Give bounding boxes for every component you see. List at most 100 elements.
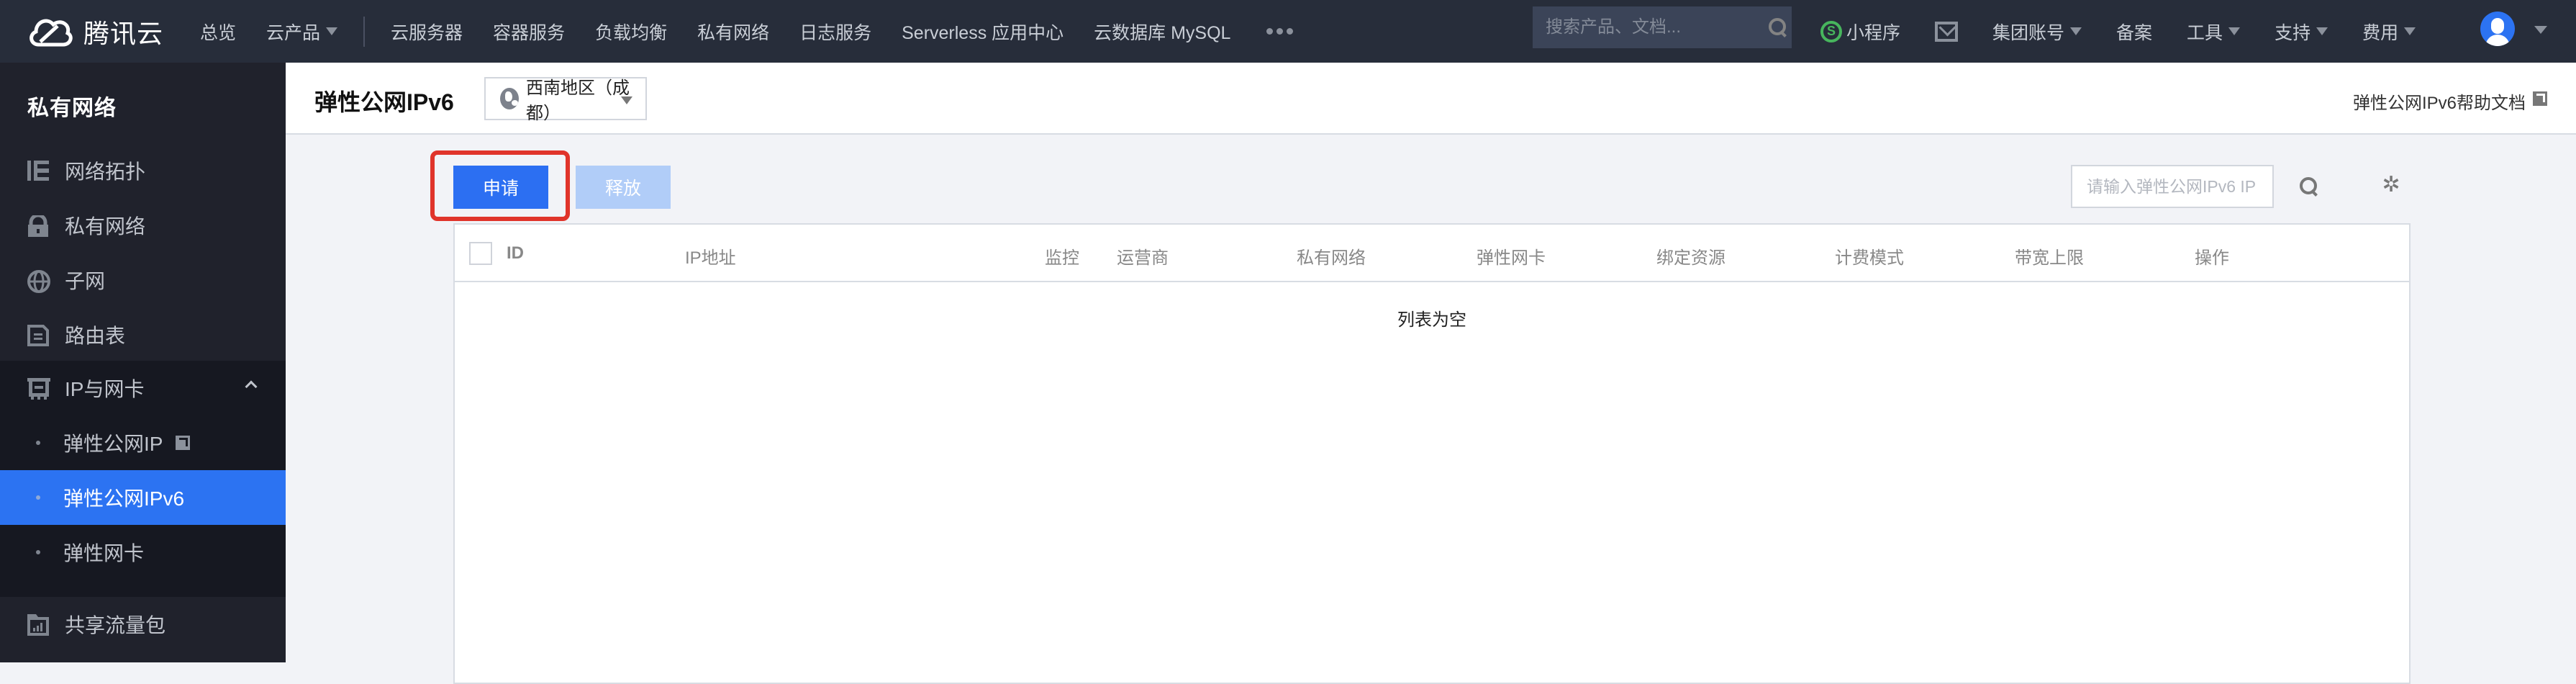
empty-state-text: 列表为空 xyxy=(1397,310,1466,330)
nav-label: Serverless 应用中心 xyxy=(902,22,1064,43)
sidebar-item-label: 弹性网卡 xyxy=(63,542,145,564)
table-header: ID IP地址 监控 运营商 私有网络 弹性网卡 绑定资源 计费模式 带宽上限 … xyxy=(455,225,2409,282)
nav-tools[interactable]: 工具 xyxy=(2187,19,2241,45)
column-header-billing-mode: 计费模式 xyxy=(1835,248,1904,268)
sidebar-group-label: IP与网卡 xyxy=(65,378,145,400)
page-title: 弹性公网IPv6 xyxy=(314,89,454,115)
nav-divider xyxy=(363,16,366,47)
release-button: 释放 xyxy=(576,166,671,209)
nav-label: 云数据库 MySQL xyxy=(1094,22,1231,43)
nav-mini-program[interactable]: S 小程序 xyxy=(1820,19,1900,45)
caret-down-icon xyxy=(326,27,338,35)
nav-label: 备案 xyxy=(2116,22,2153,43)
sidebar-item-topology[interactable]: 网络拓扑 xyxy=(0,143,286,198)
column-header-ip-address: IP地址 xyxy=(685,248,736,268)
mini-program-icon: S xyxy=(1820,20,1842,42)
sidebar-item-label: 弹性公网IPv6 xyxy=(63,487,185,510)
sidebar-item-subnet[interactable]: 子网 xyxy=(0,253,286,307)
external-link-icon[interactable] xyxy=(2533,91,2547,106)
nav-label: 支持 xyxy=(2275,22,2311,43)
caret-down-icon xyxy=(2316,27,2328,35)
lock-icon xyxy=(27,215,49,237)
column-header-monitor: 监控 xyxy=(1045,248,1079,268)
nav-serverless[interactable]: Serverless 应用中心 xyxy=(902,19,1063,45)
caret-down-icon xyxy=(2228,27,2241,35)
nav-label: 日志服务 xyxy=(799,22,872,43)
global-search-input[interactable] xyxy=(1546,17,1769,37)
sidebar-item-label: 路由表 xyxy=(65,325,126,347)
column-header-actions: 操作 xyxy=(2195,248,2229,268)
sidebar-item-label: 弹性公网IP xyxy=(63,433,163,455)
nav-products-dropdown[interactable]: 云产品 xyxy=(266,19,338,45)
nav-cvm[interactable]: 云服务器 xyxy=(391,19,463,45)
sidebar-group-header[interactable]: IP与网卡 xyxy=(0,361,286,415)
traffic-package-icon xyxy=(27,614,49,636)
nav-label: 集团账号 xyxy=(1992,22,2065,43)
settings-gear-icon[interactable]: ✲ xyxy=(2382,174,2400,196)
nav-label: 费用 xyxy=(2362,22,2399,43)
right-navigation: S 小程序 集团账号 备案 工具 支持 费用 xyxy=(1820,0,2450,63)
caret-down-icon xyxy=(2404,27,2416,35)
sidebar-item-vpc[interactable]: 私有网络 xyxy=(0,198,286,253)
nav-mysql[interactable]: 云数据库 MySQL xyxy=(1094,19,1230,45)
tencent-cloud-logo[interactable]: 腾讯云 xyxy=(26,13,170,50)
nav-group-account[interactable]: 集团账号 xyxy=(1992,19,2082,45)
column-header-bandwidth-limit: 带宽上限 xyxy=(2015,248,2084,268)
column-header-bound-resource: 绑定资源 xyxy=(1656,248,1725,268)
sidebar-group-ip-nic: IP与网卡 弹性公网IP 弹性公网IPv6 弹性网卡 xyxy=(0,361,286,597)
ipv6-search xyxy=(2071,165,2317,208)
top-navigation-bar: 腾讯云 总览 云产品 云服务器 容器服务 负载均衡 私有网络 日志服务 Serv… xyxy=(0,0,2576,63)
sidebar-item-eip[interactable]: 弹性公网IP xyxy=(0,415,286,470)
nav-label: 工具 xyxy=(2187,22,2223,43)
sidebar-title: 私有网络 xyxy=(27,96,117,120)
sidebar-item-label: 私有网络 xyxy=(65,215,146,238)
sidebar: 私有网络 网络拓扑 私有网络 子网 路由表 IP与网卡 弹性公网IP 弹性公网I… xyxy=(0,63,286,662)
nav-label: 容器服务 xyxy=(493,22,566,43)
brand-name: 腾讯云 xyxy=(83,18,164,48)
apply-button[interactable]: 申请 xyxy=(453,166,548,209)
nav-log-service[interactable]: 日志服务 xyxy=(799,19,871,45)
bullet-icon xyxy=(36,550,40,554)
sidebar-item-traffic-package[interactable]: 共享流量包 xyxy=(0,597,286,652)
more-dots-icon[interactable] xyxy=(1266,28,1294,35)
nav-support[interactable]: 支持 xyxy=(2275,19,2328,45)
help-doc-link[interactable]: 弹性公网IPv6帮助文档 xyxy=(2353,89,2526,114)
document-icon xyxy=(27,325,49,346)
caret-down-icon xyxy=(621,96,632,104)
network-card-icon xyxy=(27,378,50,400)
column-header-id: ID xyxy=(507,243,524,263)
external-link-icon xyxy=(176,436,191,450)
nav-messages[interactable] xyxy=(1935,21,1959,42)
user-avatar[interactable] xyxy=(2480,12,2515,46)
search-icon[interactable] xyxy=(1769,18,1786,37)
nav-icp-filing[interactable]: 备案 xyxy=(2116,19,2152,45)
chevron-up-icon[interactable] xyxy=(245,380,258,393)
caret-down-icon[interactable] xyxy=(2534,26,2547,34)
sidebar-item-eip-ipv6[interactable]: 弹性公网IPv6 xyxy=(0,470,286,525)
sidebar-item-route-table[interactable]: 路由表 xyxy=(0,307,286,362)
nav-container-service[interactable]: 容器服务 xyxy=(493,19,565,45)
column-header-isp: 运营商 xyxy=(1117,248,1169,268)
select-all-checkbox[interactable] xyxy=(469,242,492,265)
region-selector[interactable]: 西南地区（成都） xyxy=(484,77,647,123)
sidebar-item-label: 共享流量包 xyxy=(65,614,166,636)
topology-icon xyxy=(27,161,49,181)
nav-overview[interactable]: 总览 xyxy=(200,19,236,45)
nav-vpc[interactable]: 私有网络 xyxy=(697,19,769,45)
globe-icon xyxy=(27,270,50,293)
column-header-vpc: 私有网络 xyxy=(1297,248,1366,268)
ipv6-search-input[interactable] xyxy=(2087,176,2300,197)
nav-label: 总览 xyxy=(200,22,237,43)
nav-billing[interactable]: 费用 xyxy=(2362,19,2416,45)
sidebar-item-label: 网络拓扑 xyxy=(65,161,146,183)
column-header-eni: 弹性网卡 xyxy=(1477,248,1546,268)
sidebar-item-label: 子网 xyxy=(65,270,106,292)
bullet-icon xyxy=(36,495,40,500)
globe-icon xyxy=(500,88,519,109)
ipv6-table: ID IP地址 监控 运营商 私有网络 弹性网卡 绑定资源 计费模式 带宽上限 … xyxy=(453,223,2411,684)
mail-icon xyxy=(1935,21,1959,42)
nav-load-balancer[interactable]: 负载均衡 xyxy=(595,19,667,45)
nav-label: 小程序 xyxy=(1846,22,1901,43)
bullet-icon xyxy=(36,441,40,445)
sidebar-item-eni[interactable]: 弹性网卡 xyxy=(0,525,286,580)
